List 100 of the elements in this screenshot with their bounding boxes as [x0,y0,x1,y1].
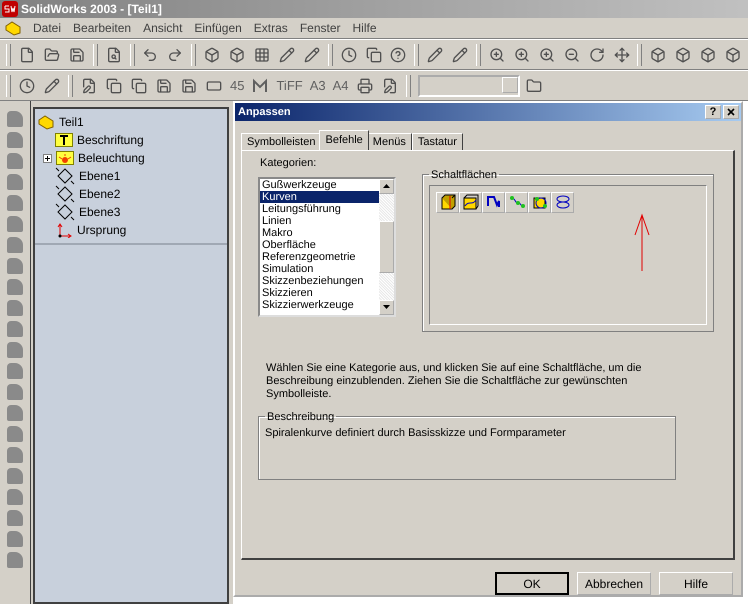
tab[interactable]: Symbolleisten [241,132,322,150]
list-item[interactable]: Kurven [260,190,379,203]
tab[interactable]: Tastatur [412,132,463,150]
annotation-folder-icon [55,133,73,147]
pencil-icon [304,46,320,62]
menu-item[interactable]: Fenster [298,21,342,35]
menu-item[interactable]: Extras [252,21,289,35]
document-icon [81,78,97,94]
pencil-icon [44,78,60,94]
cube-icon [700,46,716,62]
list-item[interactable]: Linien [260,214,379,227]
close-button[interactable] [723,104,739,119]
undo-icon [142,46,158,62]
save-icon [68,46,85,62]
window-title: SolidWorks 2003 - [Teil1] [21,2,162,16]
grid-icon [254,46,270,62]
list-item[interactable]: Leitungsführung [260,202,379,215]
cube-icon [650,46,666,62]
zoom-in-icon [514,46,530,62]
list-item[interactable]: Oberfläche [260,238,379,251]
document-icon [382,78,398,94]
light-folder-icon [56,151,74,165]
print-preview-icon [106,46,122,62]
cube-icon [725,46,742,62]
spline-points-icon[interactable] [508,194,524,210]
toolbar-button[interactable]: TiFF [274,74,305,96]
tree-item[interactable]: Ebene2 [79,187,120,201]
projected-curve-icon[interactable] [532,194,548,210]
new-file-icon [18,46,35,62]
cube-icon [229,46,246,62]
scroll-down-icon[interactable] [383,305,390,310]
help-icon [390,46,406,62]
toolbar-button[interactable]: A4 [330,74,351,96]
expand-icon[interactable] [43,154,52,162]
open-folder-icon [44,46,60,62]
save-icon [181,78,197,94]
zoom-in-icon [489,46,506,62]
cube-icon [675,46,692,62]
tree-item[interactable]: Beschriftung [77,133,144,147]
pencil-icon [427,46,444,62]
category-list[interactable]: Gußwerkzeuge Kurven Leitungsführung Linien Makro Oberfläche Referenzgeometrie Simulation Skizzenbeziehungen Skizzieren Skizzierwerkzeuge [258,176,396,317]
menu-item[interactable]: Bearbeiten [72,21,132,35]
menu-item[interactable]: Ansicht [142,21,184,35]
printer-icon [356,78,373,94]
scroll-up-icon[interactable] [383,184,390,188]
extrude-curve-icon[interactable] [440,194,456,210]
tree-item[interactable]: Ebene3 [79,205,120,219]
dialog-button[interactable]: Hilfe [659,572,733,595]
origin-icon [55,222,73,238]
pencil-icon [452,46,468,62]
list-item[interactable]: Gußwerkzeuge [260,178,379,191]
plane-icon [55,203,75,221]
tree-item[interactable]: Ursprung [77,223,126,237]
zoom-in-icon [538,46,555,62]
part-icon [4,20,22,36]
dropdown-field[interactable] [418,74,520,96]
plane-icon [55,167,75,185]
composite-curve-icon[interactable] [462,194,478,210]
description-text: Spiralenkurve definiert durch Basisskizze und Formparameter [265,426,567,441]
menu-item[interactable]: Hilfe [352,21,378,35]
dialog-button[interactable]: Abbrechen [577,572,651,595]
help-button[interactable]: ? [705,104,721,119]
categories-label: Kategorien: [260,156,318,169]
list-item[interactable]: Simulation [260,262,379,275]
list-item[interactable]: Referenzgeometrie [260,250,379,263]
tree-item[interactable]: Ebene1 [79,169,120,183]
menu-item[interactable]: Datei [32,21,62,35]
copy-icon [131,78,147,94]
copy-icon [366,46,382,62]
arrow-annotation [632,212,652,273]
app-logo-icon [2,1,18,17]
tree-item[interactable]: Beleuchtung [78,151,145,165]
clock-icon [340,46,357,62]
list-item[interactable]: Skizzierwerkzeuge [260,298,379,311]
toolbar-button[interactable]: A3 [308,74,328,96]
group-label: Schaltflächen [430,168,498,181]
list-item[interactable]: Skizzieren [260,286,379,299]
tab[interactable]: Befehle [319,130,369,150]
clock-icon [19,78,35,94]
copy-icon [106,78,122,94]
dialog-title: Anpassen [238,106,291,118]
cube-icon [204,46,220,62]
close-icon [727,108,735,116]
list-item[interactable]: Skizzenbeziehungen [260,274,379,287]
folder-icon [526,78,542,94]
save-icon [156,78,172,94]
menu-item[interactable]: Einfügen [193,21,243,35]
scrollbar[interactable] [379,178,394,315]
toolbar-button[interactable]: 45 [228,74,246,96]
instructions-text: Wählen Sie eine Kategorie aus, und klicken Sie auf eine Schaltfläche, um die Beschreibung einzublenden. Ziehen Sie die Schaltfläche zur gewünschten Symbolleiste. [266,362,642,401]
part-icon [37,114,55,130]
move-icon [614,46,630,62]
helix-icon[interactable] [554,194,570,210]
zoom-out-icon [564,46,580,62]
pencil-icon [278,46,295,62]
rotate-icon [588,46,605,62]
dialog-button[interactable]: OK [495,572,569,595]
tree-item[interactable]: Teil1 [59,115,84,129]
list-item[interactable]: Makro [260,226,379,239]
tab[interactable]: Menüs [366,132,412,150]
